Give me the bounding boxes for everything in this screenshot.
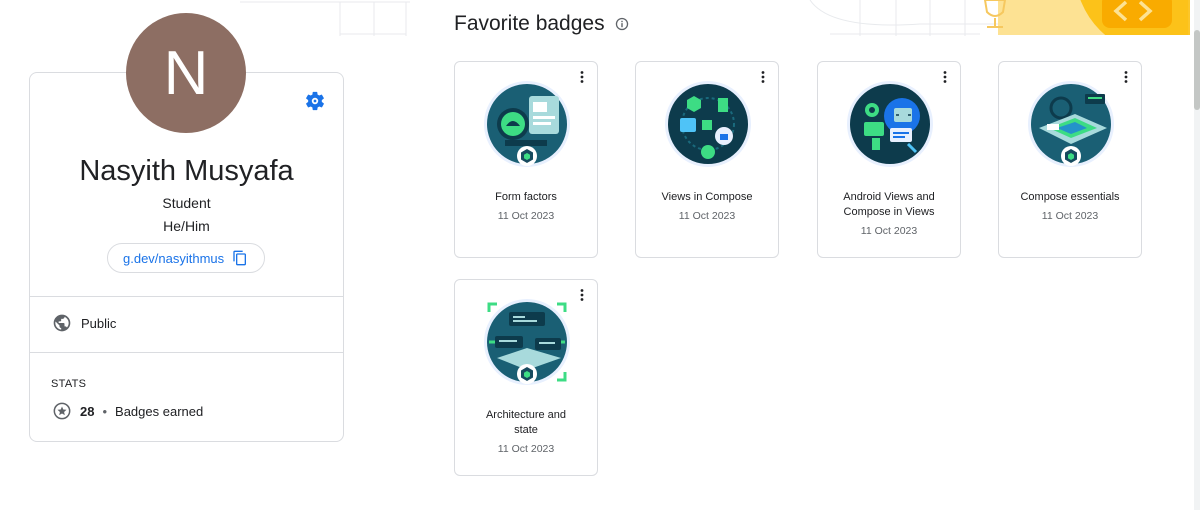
views-in-compose-badge-icon: [665, 81, 751, 167]
badge-name: Form factors: [495, 191, 557, 203]
more-options-icon[interactable]: [577, 287, 587, 303]
badges-earned-label: Badges earned: [115, 403, 204, 419]
stats-separator: •: [102, 403, 108, 419]
avatar: N: [126, 13, 246, 133]
profile-link[interactable]: g.dev/nasyithmus: [123, 251, 224, 266]
badge-date: 11 Oct 2023: [497, 443, 555, 455]
more-options-icon[interactable]: [1121, 69, 1131, 85]
more-options-icon[interactable]: [758, 69, 768, 85]
visibility-label: Public: [81, 315, 117, 331]
profile-name: Nasyith Musyafa: [79, 155, 294, 187]
visibility-status: Public: [52, 313, 116, 333]
more-options-icon[interactable]: [940, 69, 950, 85]
star-badge-icon: [53, 402, 71, 420]
badge-name: Android Views and Compose in Views: [843, 191, 935, 218]
info-icon[interactable]: [615, 17, 629, 31]
stats-badges-earned: 28 • Badges earned: [52, 401, 203, 421]
architecture-state-badge-icon: [484, 299, 570, 385]
badge-date: 11 Oct 2023: [497, 210, 555, 222]
profile-role: Student: [162, 195, 211, 211]
trophy-icon: [983, 0, 1007, 28]
favorite-badges-title: Favorite badges: [454, 12, 605, 35]
badge-card[interactable]: Compose essentials 11 Oct 2023: [998, 61, 1142, 258]
profile-pronouns: He/Him: [163, 218, 210, 234]
form-factors-badge-icon: [484, 81, 570, 167]
badge-card[interactable]: Form factors 11 Oct 2023: [454, 61, 598, 258]
badge-date: 11 Oct 2023: [678, 210, 736, 222]
stats-heading: STATS: [51, 378, 87, 390]
badge-card[interactable]: Views in Compose 11 Oct 2023: [635, 61, 779, 258]
code-brackets-icon: [1080, 0, 1190, 35]
badge-date: 11 Oct 2023: [860, 225, 918, 237]
badges-count: 28: [80, 403, 95, 419]
badge-name: Views in Compose: [661, 191, 753, 203]
badge-card[interactable]: Architecture and state 11 Oct 2023: [454, 279, 598, 476]
gear-icon: [306, 91, 324, 111]
more-options-icon[interactable]: [577, 69, 587, 85]
scrollbar-thumb[interactable]: [1194, 30, 1200, 110]
divider: [29, 296, 344, 297]
section-title: Favorite badges: [454, 12, 629, 36]
compose-essentials-badge-icon: [1028, 81, 1114, 167]
copy-icon[interactable]: [232, 250, 248, 266]
badge-name: Compose essentials: [1020, 191, 1120, 203]
divider: [29, 352, 344, 353]
badge-name: Architecture and state: [485, 409, 567, 436]
android-views-compose-badge-icon: [847, 81, 933, 167]
badge-card[interactable]: Android Views and Compose in Views 11 Oc…: [817, 61, 961, 258]
globe-icon: [53, 314, 71, 332]
profile-link-chip[interactable]: g.dev/nasyithmus: [107, 243, 265, 273]
background-decoration: [240, 1, 410, 36]
settings-button[interactable]: [302, 88, 328, 114]
profile-page: N Nasyith Musyafa Student He/Him g.dev/n…: [0, 0, 1200, 510]
badge-date: 11 Oct 2023: [1041, 210, 1099, 222]
